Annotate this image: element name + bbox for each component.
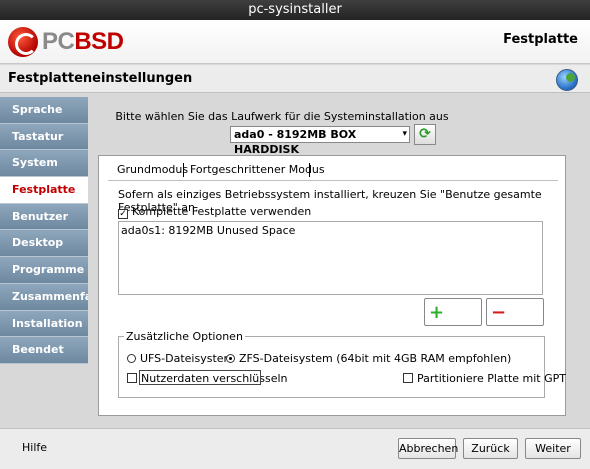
- pcbsd-logo-icon: [8, 27, 38, 57]
- sidebar-item-installation[interactable]: Installation: [0, 310, 88, 338]
- drive-select[interactable]: ada0 - 8192MB BOX HARDDISK ▾: [230, 126, 410, 156]
- cancel-button[interactable]: Abbrechen: [398, 438, 458, 459]
- tab-divider: [108, 180, 558, 181]
- plus-icon: +: [429, 302, 445, 323]
- focus-outline: [139, 370, 261, 385]
- tab-separator: [183, 163, 184, 177]
- ufs-radio[interactable]: [127, 354, 136, 363]
- sidebar-item-benutzer[interactable]: Benutzer: [0, 203, 88, 231]
- zfs-label: ZFS-Dateisystem (64bit mit 4GB RAM empfo…: [239, 352, 512, 365]
- ufs-option[interactable]: UFS-Dateisystem: [127, 352, 234, 365]
- sidebar-item-desktop[interactable]: Desktop: [0, 230, 88, 258]
- refresh-icon: ⟳: [419, 126, 431, 142]
- header: PCBSD Festplatte: [0, 20, 590, 64]
- sidebar: Sprache Tastatur System Festplatte Benut…: [0, 97, 99, 364]
- zfs-option[interactable]: ZFS-Dateisystem (64bit mit 4GB RAM empfo…: [226, 352, 511, 365]
- refresh-drives-button[interactable]: ⟳: [414, 124, 436, 145]
- sidebar-item-festplatte[interactable]: Festplatte: [0, 177, 88, 204]
- sidebar-item-programme[interactable]: Programme: [0, 257, 88, 284]
- section-title: Festplatte: [503, 32, 578, 47]
- list-item[interactable]: ada0s1: 8192MB Unused Space: [121, 224, 295, 237]
- zfs-radio[interactable]: [226, 354, 235, 363]
- sidebar-item-system[interactable]: System: [0, 150, 88, 178]
- encrypt-checkbox[interactable]: [127, 373, 137, 383]
- sidebar-item-tastatur[interactable]: Tastatur: [0, 123, 88, 151]
- gpt-checkbox[interactable]: [403, 373, 413, 383]
- gpt-option[interactable]: Partitioniere Platte mit GPT: [403, 372, 566, 385]
- window-title: pc-sysinstaller: [248, 2, 342, 17]
- tab-separator: [309, 163, 310, 177]
- window-titlebar: pc-sysinstaller: [0, 0, 590, 20]
- tab-grundmodus[interactable]: Grundmodus: [117, 163, 188, 176]
- dropdown-arrow-icon: ▾: [402, 129, 407, 139]
- sidebar-item-zusammenfassung[interactable]: Zusammenfas: [0, 283, 99, 311]
- back-button[interactable]: Zurück: [463, 438, 518, 459]
- use-whole-disk-label: Komplette Festplatte verwenden: [132, 205, 312, 218]
- sidebar-item-sprache[interactable]: Sprache: [0, 97, 88, 124]
- additional-options-group: [118, 336, 545, 398]
- use-whole-disk-checkbox[interactable]: ✓: [118, 209, 128, 219]
- pcbsd-logo: PCBSD: [8, 27, 148, 57]
- globe-icon: [556, 69, 578, 91]
- tab-fortgeschrittener-modus[interactable]: Fortgeschrittener Modus: [190, 163, 325, 176]
- additional-options-legend: Zusätzliche Optionen: [124, 330, 245, 343]
- next-button[interactable]: Weiter: [525, 438, 581, 459]
- use-whole-disk-option[interactable]: ✓ Komplette Festplatte verwenden: [118, 205, 311, 219]
- help-link[interactable]: Hilfe: [22, 441, 47, 454]
- drive-prompt: Bitte wählen Sie das Laufwerk für die Sy…: [115, 110, 449, 123]
- add-partition-button[interactable]: +: [424, 298, 482, 326]
- subheader: Festplatteneinstellungen: [0, 65, 590, 93]
- ufs-label: UFS-Dateisystem: [140, 352, 235, 365]
- minus-icon: −: [491, 302, 507, 323]
- gpt-label: Partitioniere Platte mit GPT: [417, 372, 566, 385]
- page-title: Festplatteneinstellungen: [8, 71, 193, 86]
- logo-text: PCBSD: [42, 28, 124, 55]
- sidebar-item-beendet[interactable]: Beendet: [0, 337, 88, 364]
- remove-partition-button[interactable]: −: [486, 298, 544, 326]
